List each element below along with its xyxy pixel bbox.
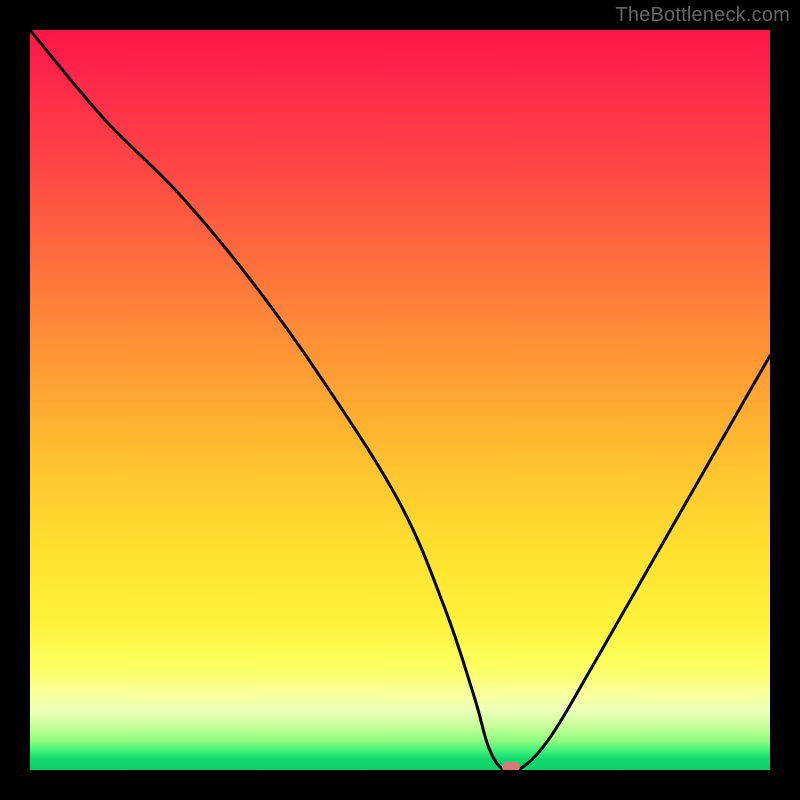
watermark-text: TheBottleneck.com — [615, 4, 790, 27]
curve-path — [30, 30, 770, 770]
bottleneck-curve — [30, 30, 770, 770]
plot-area — [30, 30, 770, 770]
chart-frame: TheBottleneck.com — [0, 0, 800, 800]
optimal-marker — [502, 762, 520, 770]
